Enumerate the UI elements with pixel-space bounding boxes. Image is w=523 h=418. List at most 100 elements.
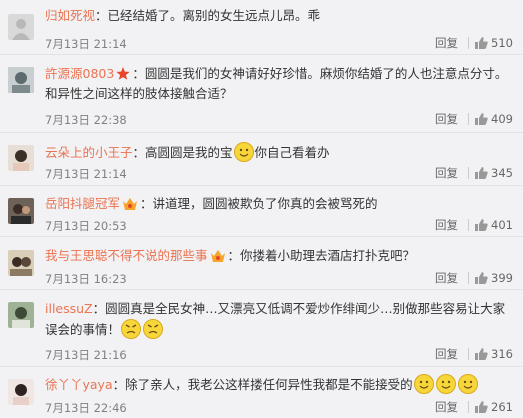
like-count: 261 xyxy=(491,400,513,414)
thumbs-up-icon xyxy=(475,37,488,49)
divider xyxy=(468,272,470,284)
divider xyxy=(468,348,470,360)
comment-body: 我与王思聪不得不说的那些事 ：你搂着小助理去酒店打扑克吧？ xyxy=(45,246,513,266)
star-badge-icon xyxy=(116,67,131,80)
vip-badge-icon xyxy=(123,198,138,210)
avatar[interactable] xyxy=(8,250,34,276)
comment-item: 徐丫丫yaya：除了亲人，我老公这样搂任何异性我都是不能接受的 7月13日 22… xyxy=(0,367,523,418)
comment-time: 7月13日 22:46 xyxy=(45,401,127,415)
smile-emoji-icon xyxy=(457,374,478,394)
comment-username[interactable]: 徐丫丫yaya xyxy=(45,377,113,392)
divider xyxy=(468,113,470,125)
avatar[interactable] xyxy=(8,198,34,224)
like-button[interactable]: 316 xyxy=(475,347,513,361)
reply-button[interactable]: 回复 xyxy=(435,270,458,286)
like-button[interactable]: 399 xyxy=(475,271,513,285)
comment-actions: 回复 510 xyxy=(435,35,513,51)
comment-text: ：除了亲人，我老公这样搂任何异性我都是不能接受的 xyxy=(112,377,413,392)
avatar[interactable] xyxy=(8,14,34,40)
comment-meta: 7月13日 21:14 回复 345 xyxy=(45,165,513,181)
comment-item: 我与王思聪不得不说的那些事 ：你搂着小助理去酒店打扑克吧？ 7月13日 16:23… xyxy=(0,237,523,290)
comment-text: ：讲道理，圆圆被欺负了你真的会被骂死的 xyxy=(140,196,378,211)
reply-button[interactable]: 回复 xyxy=(435,111,458,127)
comment-username[interactable]: 归如死视 xyxy=(45,8,95,23)
reply-button[interactable]: 回复 xyxy=(435,35,458,51)
like-button[interactable]: 510 xyxy=(475,36,513,50)
avatar[interactable] xyxy=(8,302,34,328)
comment-item: 岳阳抖腿冠军 ：讲道理，圆圆被欺负了你真的会被骂死的 7月13日 20:53 回复… xyxy=(0,186,523,237)
comment-actions: 回复 345 xyxy=(435,165,513,181)
user-photo-avatar xyxy=(8,198,34,224)
comment-body: 徐丫丫yaya：除了亲人，我老公这样搂任何异性我都是不能接受的 xyxy=(45,374,513,395)
reply-button[interactable]: 回复 xyxy=(435,399,458,415)
user-photo-avatar xyxy=(8,302,34,328)
smile-emoji-icon xyxy=(233,142,254,162)
like-button[interactable]: 345 xyxy=(475,166,513,180)
user-photo-avatar xyxy=(8,145,34,171)
comment-meta: 7月13日 20:53 回复 401 xyxy=(45,217,513,233)
comment-username[interactable]: 岳阳抖腿冠军 xyxy=(45,196,120,211)
comment-text: ：高圆圆是我的宝 xyxy=(132,145,233,160)
divider xyxy=(468,37,470,49)
divider xyxy=(468,167,470,179)
comment-text: ：圆圆真是全民女神…又漂亮又低调不爱炒作绯闻少…别做那些容易让大家误会的事情！ xyxy=(45,301,506,337)
comment-item: 归如死视：已经结婚了。离别的女生远点儿昂。乖 7月13日 21:14 回复 51… xyxy=(0,0,523,55)
comment-username[interactable]: illessuZ xyxy=(45,301,93,316)
like-count: 316 xyxy=(491,347,513,361)
avatar[interactable] xyxy=(8,379,34,405)
thumbs-up-icon xyxy=(475,272,488,284)
angry-emoji-icon xyxy=(121,319,142,339)
comment-actions: 回复 316 xyxy=(435,346,513,362)
comment-meta: 7月13日 22:38 回复 409 xyxy=(45,111,513,127)
comment-meta: 7月13日 21:14 回复 510 xyxy=(45,35,513,51)
comment-username[interactable]: 我与王思聪不得不说的那些事 xyxy=(45,248,208,263)
comment-text-continued: 你自己看着办 xyxy=(254,145,330,160)
comment-username[interactable]: 許源源0803 xyxy=(45,66,114,81)
like-button[interactable]: 261 xyxy=(475,400,513,414)
divider xyxy=(468,219,470,231)
comment-item: illessuZ：圆圆真是全民女神…又漂亮又低调不爱炒作绯闻少…别做那些容易让大… xyxy=(0,290,523,367)
comment-body: 归如死视：已经结婚了。离别的女生远点儿昂。乖 xyxy=(45,6,513,26)
comment-item: 云朵上的小王子：高圆圆是我的宝 你自己看着办 7月13日 21:14 回复 345 xyxy=(0,133,523,186)
avatar[interactable] xyxy=(8,67,34,93)
smile-emoji-icon xyxy=(435,374,456,394)
smile-emoji-icon xyxy=(413,374,434,394)
user-photo-avatar xyxy=(8,379,34,405)
thumbs-up-icon xyxy=(475,219,488,231)
thumbs-up-icon xyxy=(475,401,488,413)
comment-username[interactable]: 云朵上的小王子 xyxy=(45,145,133,160)
like-count: 510 xyxy=(491,36,513,50)
comment-body: 許源源0803 ：圆圆是我们的女神请好好珍惜。麻烦你结婚了的人也注意点分寸。和异性… xyxy=(45,64,513,104)
comment-text: ：已经结婚了。离别的女生远点儿昂。乖 xyxy=(95,8,321,23)
avatar[interactable] xyxy=(8,145,34,171)
comment-text: ：你搂着小助理去酒店打扑克吧？ xyxy=(227,248,416,263)
comment-time: 7月13日 21:14 xyxy=(45,37,127,51)
user-photo-avatar xyxy=(8,67,34,93)
reply-button[interactable]: 回复 xyxy=(435,346,458,362)
comment-time: 7月13日 20:53 xyxy=(45,219,127,233)
comment-text: ：圆圆是我们的女神请好好珍惜。麻烦你结婚了的人也注意点分寸。和异性之间这样的肢体… xyxy=(45,66,508,101)
reply-button[interactable]: 回复 xyxy=(435,217,458,233)
comment-actions: 回复 409 xyxy=(435,111,513,127)
comment-actions: 回复 401 xyxy=(435,217,513,233)
like-button[interactable]: 401 xyxy=(475,218,513,232)
comment-time: 7月13日 16:23 xyxy=(45,272,127,286)
user-photo-avatar xyxy=(8,250,34,276)
like-count: 345 xyxy=(491,166,513,180)
comment-time: 7月13日 21:16 xyxy=(45,348,127,362)
comment-meta: 7月13日 22:46 回复 261 xyxy=(45,399,513,415)
comment-meta: 7月13日 16:23 回复 399 xyxy=(45,270,513,286)
comment-list: 归如死视：已经结婚了。离别的女生远点儿昂。乖 7月13日 21:14 回复 51… xyxy=(0,0,523,418)
comment-time: 7月13日 21:14 xyxy=(45,167,127,181)
like-count: 409 xyxy=(491,112,513,126)
like-count: 401 xyxy=(491,218,513,232)
divider xyxy=(468,401,470,413)
reply-button[interactable]: 回复 xyxy=(435,165,458,181)
comment-body: illessuZ：圆圆真是全民女神…又漂亮又低调不爱炒作绯闻少…别做那些容易让大… xyxy=(45,299,513,340)
comment-body: 岳阳抖腿冠军 ：讲道理，圆圆被欺负了你真的会被骂死的 xyxy=(45,194,513,214)
comment-item: 許源源0803 ：圆圆是我们的女神请好好珍惜。麻烦你结婚了的人也注意点分寸。和异性… xyxy=(0,55,523,133)
comment-time: 7月13日 22:38 xyxy=(45,113,127,127)
like-button[interactable]: 409 xyxy=(475,112,513,126)
thumbs-up-icon xyxy=(475,167,488,179)
comment-actions: 回复 261 xyxy=(435,399,513,415)
